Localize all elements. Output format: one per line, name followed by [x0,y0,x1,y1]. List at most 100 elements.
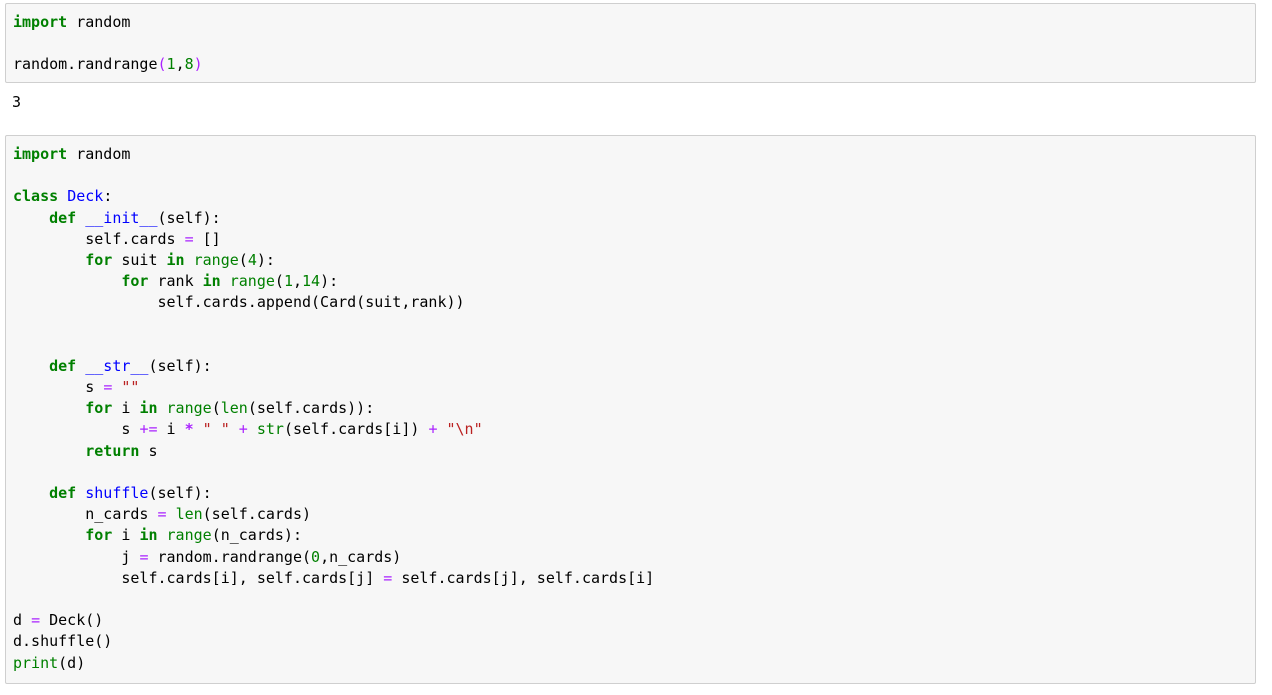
code-cell-2-input[interactable]: import random class Deck: def __init__(se… [5,135,1256,684]
code-text: , [175,55,185,74]
builtin: range [193,250,239,269]
code-text: [] [193,229,221,248]
code-text: ): [256,250,275,269]
code-text: Deck() [40,611,104,630]
code-text: (n_cards): [211,526,302,545]
code-text: (self.cards) [202,505,312,524]
keyword: for [121,272,149,291]
keyword: for [85,250,113,269]
code-text: suit [112,250,167,269]
keyword: in [139,526,158,545]
operator: * [184,420,194,439]
code-text: (d) [58,653,86,672]
code-line: self.cards[i], self.cards[j] = self.card… [13,568,1255,589]
code-text: (self.cards[i]) [283,420,429,439]
code-text: random.randrange [13,55,158,74]
code-line: for suit in range(4): [13,250,1255,271]
code-line: d = Deck() [13,610,1255,631]
operator: = [157,505,167,524]
code-line: def shuffle(self): [13,483,1255,504]
code-line: for i in range(n_cards): [13,525,1255,546]
code-editor[interactable]: import random random.randrange(1,8) [6,4,1255,76]
code-cell-1-output: 3 [12,93,22,111]
code-text: random [67,145,131,163]
code-line: self.cards.append(Card(suit,rank)) [13,292,1255,313]
code-editor[interactable]: import random class Deck: def __init__(se… [6,136,1255,674]
builtin: range [166,526,212,545]
code-text: random [67,13,131,31]
code-line: n_cards = len(self.cards) [13,504,1255,525]
keyword: in [202,272,221,291]
number: 0 [311,547,321,566]
definition-name: shuffle [85,484,149,502]
definition-name: __str__ [85,356,149,375]
definition-name: __init__ [85,208,158,227]
keyword: import [13,145,68,163]
code-line: import random [13,12,1255,33]
operator: + [238,420,248,439]
code-text: (self): [148,484,212,502]
string-literal: "" [121,378,140,397]
code-text: i [112,526,140,545]
code-line: j = random.randrange(0,n_cards) [13,547,1255,568]
code-text: ( [238,250,248,269]
code-text: ): [320,272,339,291]
keyword: for [85,526,113,545]
keyword: for [85,399,113,418]
code-text: : [103,187,113,206]
code-text: self.cards.append(Card(suit,rank)) [13,293,465,312]
number: 8 [184,55,194,74]
code-line: self.cards = [] [13,229,1255,250]
code-text: ,n_cards) [320,547,402,566]
code-line: s = "" [13,377,1255,398]
builtin: print [13,653,59,672]
code-text: i [112,399,140,418]
code-text: i [157,420,185,439]
string-literal: "\n" [446,420,483,439]
code-text: (self.cards)): [247,399,375,418]
keyword: return [85,441,140,460]
code-text: random.randrange( [148,547,312,566]
code-text: s [13,420,140,439]
code-text: , [292,272,302,291]
keyword: def [49,208,77,227]
keyword: import [13,13,68,31]
number: 1 [166,55,176,74]
keyword: in [166,250,185,269]
code-text: (self): [148,356,212,375]
builtin: len [175,505,203,524]
code-text: ( [274,272,284,291]
builtin: range [166,399,212,418]
code-text: s [139,441,158,460]
code-line: for rank in range(1,14): [13,271,1255,292]
code-text: self.cards[j], self.cards[i] [392,568,655,587]
operator: = [31,611,41,630]
builtin: range [229,272,275,291]
code-cell-1-input[interactable]: import random random.randrange(1,8) [5,3,1256,83]
keyword: in [139,399,158,418]
number: 4 [247,250,257,269]
